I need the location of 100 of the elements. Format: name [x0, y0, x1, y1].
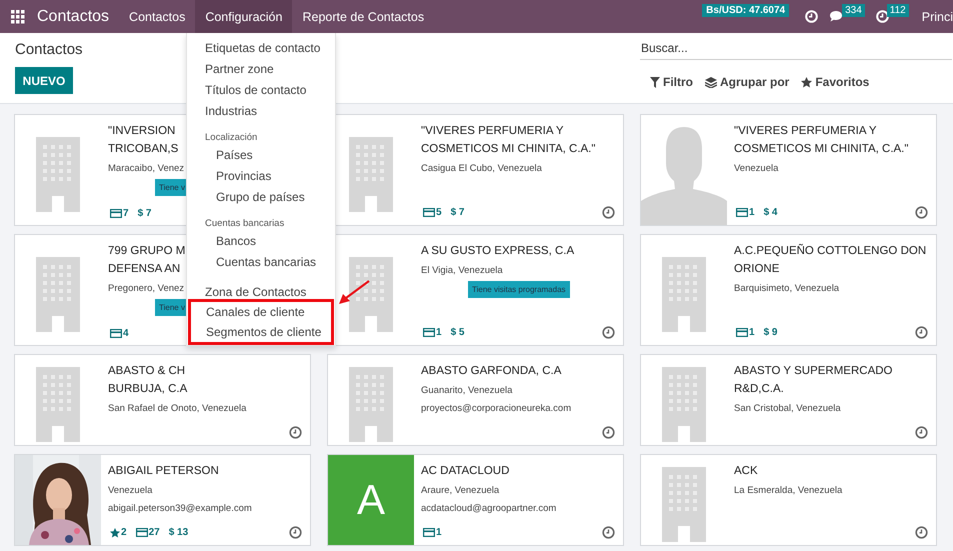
credit-card-icon [736, 208, 748, 217]
exchange-rate-badge: Bs/USD: 47.6074 [702, 4, 790, 17]
contact-name: "VIVERES PERFUMERIA Y COSMETICOS MI CHINITA, C.A." [421, 124, 596, 157]
star-icon [801, 76, 812, 88]
favorites-button[interactable]: Favoritos [797, 73, 874, 91]
credit-card-icon [736, 328, 748, 337]
contact-name: ABIGAIL PETERSON [108, 464, 219, 479]
filter-icon [650, 76, 660, 88]
arrow [338, 280, 370, 306]
layers-icon [705, 76, 717, 88]
clock-icon[interactable] [289, 526, 302, 539]
stat-count: 1 [436, 327, 442, 338]
building-icon [662, 366, 706, 442]
contact-location: Araure, Venezuela [421, 484, 500, 498]
contact-name: ABASTO & CH BURBUJA, C.A [108, 364, 188, 397]
contact-name: 799 GRUPO M DEFENSA AN [108, 244, 186, 277]
contact-card[interactable]: ABIGAIL PETERSON Venezuela abigail.peterson39@example.com 2 27 $ 13 [14, 454, 311, 546]
star-icon [110, 528, 120, 538]
stat-count: 5 [436, 207, 442, 218]
sales-amount: $ 9 [764, 327, 778, 338]
contact-email: proyectos@corporacioneureka.com [421, 402, 572, 416]
building-icon [349, 136, 393, 212]
building-icon [349, 256, 393, 332]
clock-icon[interactable] [602, 526, 615, 539]
credit-card-icon [110, 209, 122, 218]
group-button[interactable]: Agrupar por [701, 73, 794, 91]
contact-location: Guanarito, Venezuela [421, 384, 512, 398]
building-icon [36, 256, 80, 332]
activity-count-badge: 112 [886, 4, 909, 17]
message-count-badge: 334 [842, 4, 865, 17]
contact-card[interactable]: ACK La Esmeralda, Venezuela [640, 454, 937, 546]
contact-name: ACK [734, 464, 758, 479]
contact-name: A.C.PEQUEÑO COTTOLENGO DON ORIONE [734, 242, 926, 277]
visit-tag: Tiene v [155, 179, 189, 196]
contact-card[interactable]: A.C.PEQUEÑO COTTOLENGO DON ORIONE Barquisimeto, Venezuela 1 $ 9 [640, 234, 937, 346]
contact-name: ABASTO GARFONDA, C.A [421, 364, 562, 379]
clock-icon[interactable] [602, 326, 615, 339]
clock-icon[interactable] [602, 206, 615, 219]
contact-name: A SU GUSTO EXPRESS, C.A [421, 244, 574, 259]
clock-icon[interactable] [289, 426, 302, 439]
new-button[interactable]: NUEVO [15, 67, 73, 94]
avatar-letter: A [356, 476, 385, 524]
contact-email: abigail.peterson39@example.com [108, 502, 252, 516]
clock-icon[interactable] [915, 206, 928, 219]
building-icon [662, 466, 706, 542]
sales-amount: $ 13 [168, 527, 188, 538]
visit-tag: Tiene visitas programadas [468, 281, 570, 298]
visit-tag: Tiene v [155, 299, 189, 316]
contact-card[interactable]: ABASTO & CH BURBUJA, C.A San Rafael de Onoto, Venezuela [14, 354, 311, 446]
company-name[interactable]: Princi [922, 10, 953, 24]
building-icon [349, 366, 393, 442]
chat-icon[interactable] [829, 10, 844, 23]
stat-count: 27 [148, 527, 160, 538]
building-icon [36, 136, 80, 212]
credit-card-icon [423, 528, 435, 537]
page-title: Contactos [15, 41, 83, 58]
contact-name: AC DATACLOUD [421, 464, 510, 479]
contact-location: Casigua El Cubo, Venezuela [421, 162, 542, 176]
contact-location: Venezuela [734, 162, 778, 176]
apps-menu-icon[interactable] [11, 10, 25, 24]
nav-menu-item[interactable]: Configuración [195, 0, 292, 33]
stat-count: 1 [749, 207, 755, 218]
contact-card[interactable]: ABASTO Y SUPERMERCADO R&D,C.A. San Cristobal, Venezuela [640, 354, 937, 446]
contact-location: La Esmeralda, Venezuela [734, 484, 842, 498]
nav-menu-item[interactable]: Contactos [119, 0, 196, 33]
clock-icon[interactable] [915, 326, 928, 339]
sales-amount: $ 7 [450, 207, 464, 218]
credit-card-icon [423, 328, 435, 337]
sales-amount: $ 4 [764, 207, 778, 218]
menu-item[interactable]: Títulos de contacto [187, 80, 335, 101]
contact-name: "VIVERES PERFUMERIA Y COSMETICOS MI CHINITA, C.A." [734, 124, 908, 157]
stat-count: 1 [749, 327, 755, 338]
building-icon [36, 366, 80, 442]
credit-card-icon [136, 528, 148, 537]
contact-location: San Cristobal, Venezuela [734, 402, 841, 416]
menu-section-header: Localización [204, 131, 258, 145]
contact-email: acdatacloud@agroopartner.com [421, 502, 556, 516]
menu-item[interactable]: Etiquetas de contacto [187, 38, 335, 59]
clock-icon[interactable] [915, 426, 928, 439]
contact-card[interactable]: ABASTO GARFONDA, C.A Guanarito, Venezuela proyectos@corporacioneureka.com [327, 354, 624, 446]
clock-icon[interactable] [602, 426, 615, 439]
stat-count: 1 [436, 527, 442, 538]
contact-card[interactable]: A AC DATACLOUD Araure, Venezuela acdatacloud@agroopartner.com 1 [327, 454, 624, 546]
credit-card-icon [423, 208, 435, 217]
credit-card-icon [110, 329, 122, 338]
stat-count: 7 [123, 208, 129, 219]
building-icon [662, 256, 706, 332]
contact-location: Barquisimeto, Venezuela [734, 282, 840, 296]
menu-item[interactable]: Partner zone [187, 59, 335, 80]
clock-icon[interactable] [915, 526, 928, 539]
sales-amount: $ 7 [138, 208, 152, 219]
filter-button[interactable]: Filtro [646, 73, 697, 91]
contact-location: El Vigia, Venezuela [421, 264, 503, 278]
contact-card[interactable]: "VIVERES PERFUMERIA Y COSMETICOS MI CHINITA, C.A." Venezuela 1 $ 4 [640, 114, 937, 226]
activity-clock-icon[interactable] [876, 10, 889, 23]
stat-count: 2 [121, 527, 127, 538]
nav-menu-item[interactable]: Reporte de Contactos [292, 0, 434, 33]
contact-location: Venezuela [108, 484, 152, 498]
contact-location: Maracaibo, Venez [108, 162, 184, 176]
stat-count: 4 [123, 328, 129, 339]
